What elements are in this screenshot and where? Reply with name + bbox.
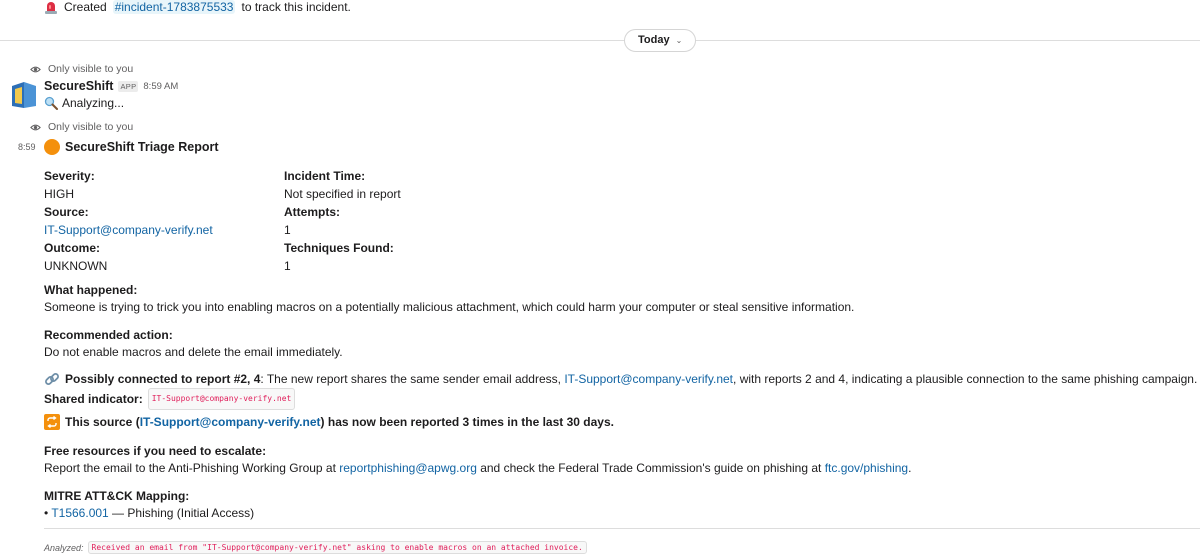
created-prefix: Created [64,0,107,14]
resources-label: Free resources if you need to escalate: [44,444,267,458]
recommended-label: Recommended action: [44,328,173,342]
analyzing-text: Analyzing... [62,96,125,110]
outcome-label: Outcome: [44,241,101,255]
incident-time-value: Not specified in report [284,187,401,201]
connected-email-link[interactable]: IT-Support@company-verify.net [564,372,733,386]
attempts-field: Attempts: 1 [284,203,524,239]
connected-text-before: : The new report shares the same sender … [260,372,565,386]
created-suffix: to track this incident. [241,0,351,14]
techniques-label: Techniques Found: [284,241,394,255]
mitre-section: MITRE ATT&CK Mapping: • T1566.001 — Phis… [44,488,254,522]
context-divider [44,528,1200,529]
mitre-technique-link[interactable]: T1566.001 [51,506,108,520]
date-divider-label: Today [638,34,670,46]
repeat-icon [44,414,60,430]
incident-created-message: Created #incident-1783875533 to track th… [44,0,351,14]
analyzing-message: Analyzing... [44,96,124,110]
eye-icon [30,66,41,72]
attempts-value: 1 [284,223,291,237]
sender-name[interactable]: SecureShift [44,79,113,93]
date-divider-button[interactable]: Today ⌄ [624,29,697,52]
source-report-prefix: This source ( [65,415,140,429]
shared-indicator-code: IT-Support@company-verify.net [147,388,296,410]
what-happened-label: What happened: [44,283,138,297]
report-title: SecureShift Triage Report [44,139,219,155]
chevron-down-icon: ⌄ [675,36,683,45]
incident-channel-link[interactable]: #incident-1783875533 [112,0,236,14]
incident-time-label: Incident Time: [284,169,366,183]
severity-field: Severity: HIGH [44,167,284,203]
report-title-text: SecureShift Triage Report [65,140,219,154]
visibility-text: Only visible to you [48,63,134,75]
shared-indicator-label: Shared indicator: [44,392,143,406]
analyzed-code: Received an email from "IT-Support@compa… [87,541,587,554]
app-badge: APP [118,80,139,92]
source-label: Source: [44,205,89,219]
mitre-label: MITRE ATT&CK Mapping: [44,489,190,503]
severity-label: Severity: [44,169,95,183]
techniques-value: 1 [284,259,291,273]
apwg-email-link[interactable]: reportphishing@apwg.org [339,461,477,475]
source-report-suffix: ) has now been reported 3 times in the l… [320,415,614,429]
visibility-notice: Only visible to you [30,63,133,75]
source-field: Source: IT-Support@company-verify.net [44,203,284,239]
gutter-timestamp[interactable]: 8:59 [18,142,36,152]
techniques-field: Techniques Found: 1 [284,239,524,275]
connected-text-after: , with reports 2 and 4, indicating a pla… [733,372,1198,386]
visibility-notice: Only visible to you [30,121,133,133]
source-email-link[interactable]: IT-Support@company-verify.net [44,221,284,239]
recommended-text: Do not enable macros and delete the emai… [44,345,343,359]
shared-indicator-line: Shared indicator: IT-Support@company-ver… [44,388,1197,410]
message-time[interactable]: 8:59 AM [143,81,178,92]
visibility-text: Only visible to you [48,121,134,133]
message-header: SecureShift APP 8:59 AM [44,79,178,93]
source-report-count: This source (IT-Support@company-verify.n… [44,414,614,430]
what-happened-text: Someone is trying to trick you into enab… [44,300,855,314]
connected-reports-section: Possibly connected to report #2, 4: The … [44,370,1197,410]
resources-text-middle: and check the Federal Trade Commission's… [476,461,825,475]
connected-title: Possibly connected to report #2, 4 [65,372,261,386]
link-icon [45,373,59,385]
connected-line: Possibly connected to report #2, 4: The … [44,370,1197,388]
resources-text-after: . [908,461,912,475]
resources-section: Free resources if you need to escalate: … [44,443,911,477]
resources-text-before: Report the email to the Anti-Phishing Wo… [44,461,340,475]
orange-circle-icon [44,139,60,155]
severity-value: HIGH [44,187,74,201]
ftc-link[interactable]: ftc.gov/phishing [825,461,908,475]
analyzed-context: Analyzed: Received an email from "IT-Sup… [44,541,587,554]
eye-icon [30,124,41,130]
incident-time-field: Incident Time: Not specified in report [284,167,524,203]
mitre-item: • T1566.001 — Phishing (Initial Access) [44,505,254,522]
date-divider-line [0,40,1200,41]
outcome-field: Outcome: UNKNOWN [44,239,284,275]
rotating-light-icon [45,2,57,14]
recommended-section: Recommended action: Do not enable macros… [44,327,343,361]
bullet: • [44,506,49,520]
app-avatar-icon[interactable] [10,80,38,110]
attempts-label: Attempts: [284,205,340,219]
mitre-technique-desc: — Phishing (Initial Access) [108,506,255,520]
outcome-value: UNKNOWN [44,259,108,273]
what-happened-section: What happened: Someone is trying to tric… [44,282,854,316]
analyzed-label: Analyzed: [44,542,84,553]
source-report-link[interactable]: IT-Support@company-verify.net [140,415,321,429]
magnifier-icon [44,96,58,110]
